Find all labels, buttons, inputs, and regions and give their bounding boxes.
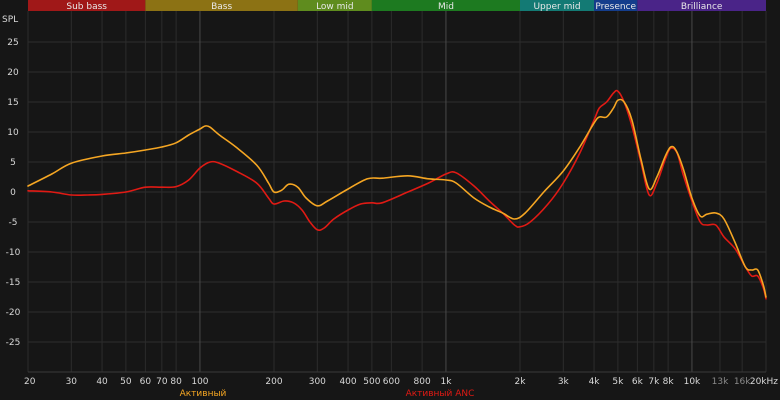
x-tick-label-4: 60 [140,377,152,387]
x-tick-label-19: 6k [632,377,644,387]
band-label-5: Presence [595,2,636,12]
legend-entry-active: Активный [180,389,227,399]
y-tick-label-0: 25 [7,38,18,48]
x-tick-label-10: 400 [339,377,356,387]
band-label-0: Sub bass [66,2,107,12]
frequency-response-chart: Sub bass Bass Low mid Mid Upper mid Presence B… [0,0,780,400]
x-tick-label-3: 50 [120,377,132,387]
band-label-3: Mid [438,2,454,12]
x-tick-label-13: 800 [414,377,431,387]
y-tick-label-8: -15 [6,278,21,288]
x-tick-label-14: 1k [440,377,452,387]
x-tick-label-8: 200 [265,377,282,387]
legend-entry-active-anc: Активный ANC [406,389,475,399]
band-label-6: Brilliance [681,2,723,12]
y-tick-label-10: -25 [6,338,21,348]
x-tick-label-23: 13k [712,377,729,387]
y-axis-label: SPL [2,15,18,25]
x-tick-label-9: 300 [309,377,326,387]
x-tick-label-12: 600 [383,377,400,387]
x-tick-label-17: 4k [589,377,601,387]
x-tick-label-16: 3k [558,377,570,387]
frequency-bands: Sub bass Bass Low mid Mid Upper mid Presence B… [28,0,766,12]
x-tick-label-25: 20kHz [750,377,778,387]
x-tick-label-24: 16k [734,377,751,387]
y-tick-label-6: -5 [9,218,18,228]
band-label-2: Low mid [316,2,354,12]
y-tick-label-3: 10 [7,128,19,138]
x-tick-label-7: 100 [191,377,208,387]
y-tick-label-1: 20 [7,68,19,78]
y-tick-label-9: -20 [6,308,21,318]
x-tick-label-0: 20 [24,377,36,387]
x-tick-label-21: 8k [663,377,675,387]
band-label-4: Upper mid [533,2,580,12]
y-tick-label-7: -10 [6,248,21,258]
x-tick-label-1: 30 [66,377,78,387]
x-tick-label-18: 5k [612,377,624,387]
x-tick-label-2: 40 [96,377,108,387]
y-tick-label-2: 15 [7,98,18,108]
y-tick-label-5: 0 [10,188,16,198]
x-tick-label-5: 70 [156,377,168,387]
band-label-1: Bass [211,2,232,12]
x-tick-label-15: 2k [515,377,527,387]
x-tick-label-11: 500 [363,377,380,387]
y-tick-label-4: 5 [10,158,16,168]
x-tick-label-6: 80 [170,377,182,387]
x-tick-label-20: 7k [648,377,660,387]
x-tick-label-22: 10k [684,377,701,387]
